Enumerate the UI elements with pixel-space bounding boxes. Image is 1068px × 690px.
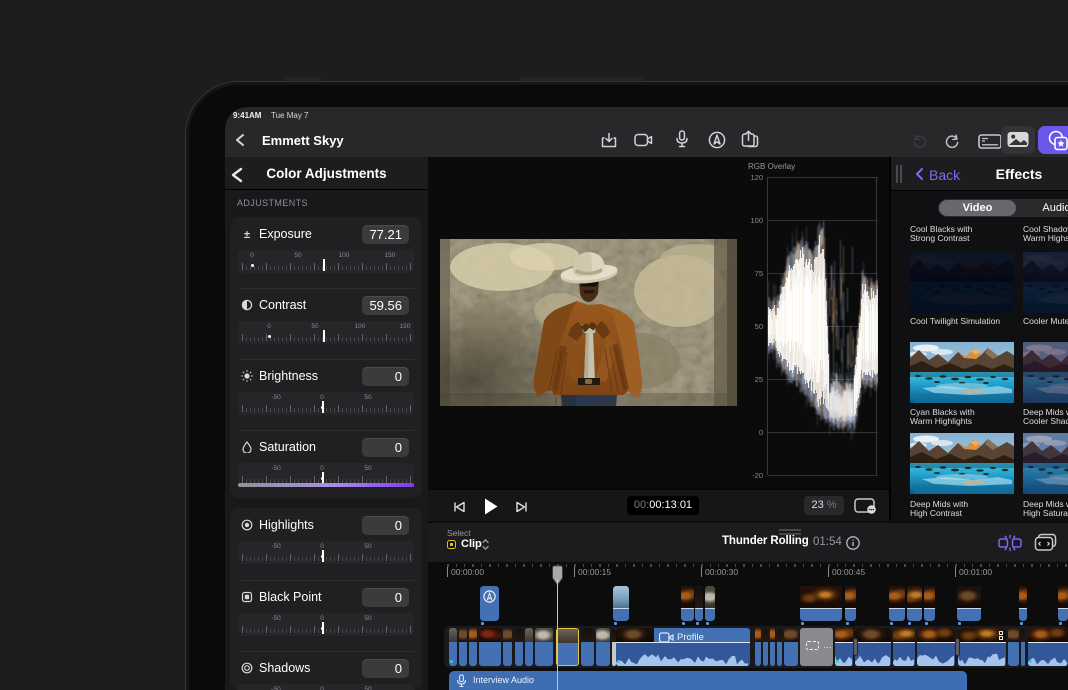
svg-text:±: ± [244,229,250,240]
